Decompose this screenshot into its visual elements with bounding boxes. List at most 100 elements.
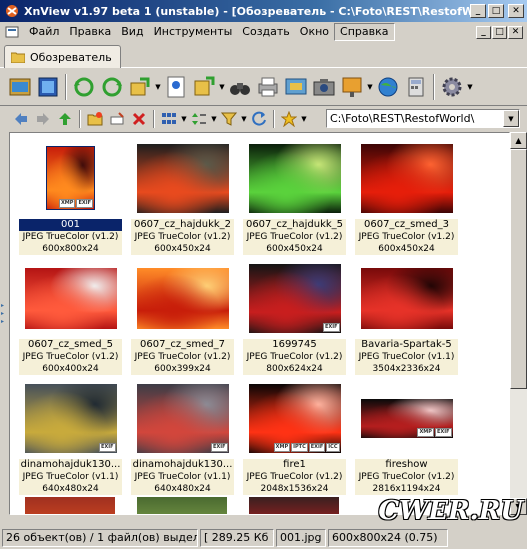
- thumbnail-item[interactable]: 0607_cz_smed_5 JPEG TrueColor (v1.2) 600…: [19, 259, 122, 375]
- find-button[interactable]: [226, 73, 254, 101]
- refresh-button[interactable]: [248, 108, 270, 130]
- vertical-scrollbar[interactable]: ▲ ▼: [510, 132, 527, 515]
- fullscreen-button[interactable]: [34, 73, 62, 101]
- properties-button[interactable]: [162, 73, 190, 101]
- thumbnail-image[interactable]: XMP EXIF: [46, 146, 95, 210]
- new-folder-button[interactable]: [84, 108, 106, 130]
- thumbnail-image[interactable]: XMP IPTC EXIF ICC: [248, 383, 341, 453]
- settings-dropdown[interactable]: ▼: [466, 73, 474, 101]
- thumbnail-image[interactable]: [360, 267, 453, 329]
- thumbnail-dimensions: 2816x1194x24: [372, 484, 441, 494]
- parent-folder-button[interactable]: [54, 108, 76, 130]
- copy-to-button[interactable]: [190, 73, 218, 101]
- thumbnail-item[interactable]: Bavaria-Spartak-5 JPEG TrueColor (v1.1) …: [355, 259, 458, 375]
- mdi-minimize-button[interactable]: _: [476, 25, 491, 39]
- thumbnail-browser[interactable]: XMP EXIF 001 JPEG TrueColor (v1.2) 600x80…: [9, 132, 510, 515]
- thumbnail-item[interactable]: 0607_cz_hajdukk_5 JPEG TrueColor (v1.2) …: [243, 139, 346, 255]
- capture-button[interactable]: [282, 73, 310, 101]
- path-combobox[interactable]: C:\Foto\REST\RestofWorld\ ▼: [326, 109, 520, 128]
- mdi-close-button[interactable]: ✕: [508, 25, 523, 39]
- maximize-button[interactable]: □: [488, 4, 504, 18]
- thumbnail-filename: Bavaria-Spartak-5: [361, 339, 452, 350]
- menu-item[interactable]: Создать: [237, 23, 295, 41]
- slideshow-dropdown[interactable]: ▼: [366, 73, 374, 101]
- browser-button[interactable]: [6, 73, 34, 101]
- convert-button[interactable]: [126, 73, 154, 101]
- document-icon[interactable]: [4, 24, 20, 40]
- favorites-button[interactable]: [278, 108, 300, 130]
- menu-item[interactable]: Вид: [116, 23, 148, 41]
- thumbnail-image[interactable]: [136, 143, 229, 213]
- thumbnail-filename: dinamohajduk130...: [132, 459, 233, 470]
- thumbnail-image[interactable]: [24, 267, 117, 329]
- xnview-app-icon[interactable]: [4, 3, 20, 19]
- camera-button[interactable]: [310, 73, 338, 101]
- thumbnail-item-partial[interactable]: [249, 497, 339, 514]
- thumbnail-image[interactable]: [248, 143, 341, 213]
- view-mode-button[interactable]: [158, 108, 180, 130]
- close-button[interactable]: ✕: [508, 4, 524, 18]
- thumbnail-dimensions: 600x450x24: [266, 244, 323, 254]
- menu-item[interactable]: Правка: [64, 23, 116, 41]
- forward-button[interactable]: [32, 108, 54, 130]
- thumbnail-image[interactable]: XMP EXIF: [360, 398, 453, 438]
- menu-item[interactable]: Справка: [334, 23, 395, 41]
- thumbnail-item[interactable]: 0607_cz_smed_7 JPEG TrueColor (v1.2) 600…: [131, 259, 234, 375]
- splitter-grip-icon[interactable]: ▸ ▸ ▸: [1, 302, 7, 342]
- rename-button[interactable]: [106, 108, 128, 130]
- copy-dropdown[interactable]: ▼: [218, 73, 226, 101]
- thumbnail-item-partial[interactable]: [137, 497, 227, 514]
- scrollbar-thumb[interactable]: [510, 149, 527, 389]
- thumbnail-image[interactable]: [360, 143, 453, 213]
- web-button[interactable]: [374, 73, 402, 101]
- thumbnail-item[interactable]: EXIF 1699745 JPEG TrueColor (v1.2) 800x6…: [243, 259, 346, 375]
- back-button[interactable]: [10, 108, 32, 130]
- thumbnail-item-partial[interactable]: [25, 497, 115, 514]
- filter-button[interactable]: [218, 108, 240, 130]
- mdi-restore-button[interactable]: □: [492, 25, 507, 39]
- scroll-up-button[interactable]: ▲: [510, 132, 527, 149]
- thumbnail-item[interactable]: XMP EXIF 001 JPEG TrueColor (v1.2) 600x80…: [19, 139, 122, 255]
- sort-button[interactable]: [188, 108, 210, 130]
- left-panel-splitter[interactable]: ▸ ▸ ▸: [0, 132, 9, 515]
- menu-item[interactable]: Инструменты: [149, 23, 238, 41]
- rotate-right-button[interactable]: [98, 73, 126, 101]
- thumbnail-caption: 001 JPEG TrueColor (v1.2) 600x800x24: [19, 219, 122, 255]
- convert-dropdown[interactable]: ▼: [154, 73, 162, 101]
- thumbnail-image[interactable]: EXIF: [248, 263, 341, 333]
- thumbnail-caption: dinamohajduk130... JPEG TrueColor (v1.1)…: [131, 459, 234, 495]
- thumbnail-caption: fire1 JPEG TrueColor (v1.2) 2048x1536x24: [243, 459, 346, 495]
- thumbnail-item[interactable]: 0607_cz_hajdukk_2 JPEG TrueColor (v1.2) …: [131, 139, 234, 255]
- metadata-badge: EXIF: [76, 199, 93, 208]
- thumbnail-image[interactable]: EXIF: [24, 383, 117, 453]
- rotate-left-button[interactable]: [70, 73, 98, 101]
- filter-dropdown[interactable]: ▼: [240, 108, 248, 130]
- favorites-dropdown[interactable]: ▼: [300, 108, 308, 130]
- thumbnail-filename: 0607_cz_smed_5: [27, 339, 113, 350]
- settings-button[interactable]: [438, 73, 466, 101]
- convert-icon: [130, 77, 150, 96]
- thumbnail-item[interactable]: XMP IPTC EXIF ICC fire1 JPEG TrueColor (v1.…: [243, 379, 346, 495]
- thumbnail-item[interactable]: EXIF dinamohajduk130... JPEG TrueColor (…: [131, 379, 234, 495]
- path-dropdown-button[interactable]: ▼: [503, 110, 519, 127]
- thumbnail-item[interactable]: XMP EXIF fireshow JPEG TrueColor (v1.2) 2…: [355, 379, 458, 495]
- arrow-right-icon: [37, 113, 49, 125]
- thumbnail-image-frame: [243, 139, 346, 217]
- print-button[interactable]: [254, 73, 282, 101]
- view-mode-dropdown[interactable]: ▼: [180, 108, 188, 130]
- thumbnail-image[interactable]: EXIF: [136, 383, 229, 453]
- tab-browser[interactable]: Обозреватель: [4, 45, 121, 68]
- delete-button[interactable]: [128, 108, 150, 130]
- sort-dropdown[interactable]: ▼: [210, 108, 218, 130]
- menu-item[interactable]: Окно: [295, 23, 334, 41]
- thumbnail-item[interactable]: EXIF dinamohajduk130... JPEG TrueColor (…: [19, 379, 122, 495]
- path-input[interactable]: C:\Foto\REST\RestofWorld\: [327, 112, 503, 125]
- thumbnail-image[interactable]: [136, 267, 229, 329]
- calculator-button[interactable]: [402, 73, 430, 101]
- thumbnail-item[interactable]: 0607_cz_smed_3 JPEG TrueColor (v1.2) 600…: [355, 139, 458, 255]
- menu-item[interactable]: Файл: [24, 23, 64, 41]
- minimize-button[interactable]: _: [470, 4, 486, 18]
- rotate-right-icon: [102, 77, 122, 97]
- slideshow-button[interactable]: [338, 73, 366, 101]
- thumbnail-format: JPEG TrueColor (v1.2): [246, 232, 343, 242]
